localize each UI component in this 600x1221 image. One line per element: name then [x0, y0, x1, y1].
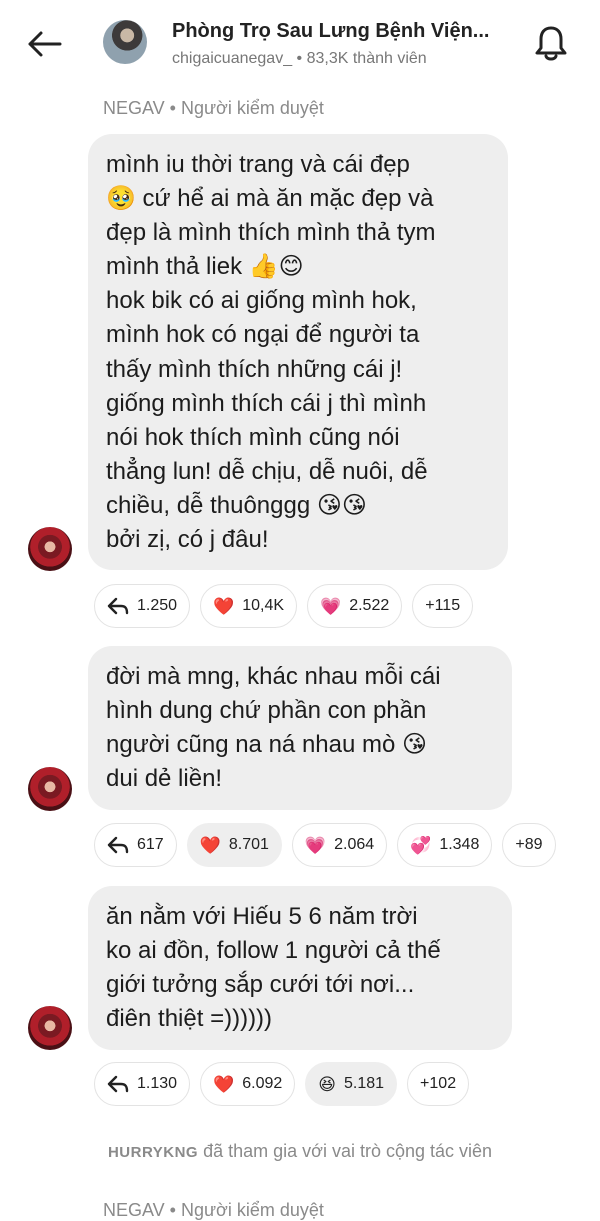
reaction-count: 10,4K: [242, 597, 285, 614]
reaction-bar: 617 ❤️ 8.701 💗 2.064 💞 1.348 +89: [94, 823, 556, 867]
notification-button[interactable]: [530, 22, 572, 64]
revolving-hearts-icon: 💞: [410, 835, 432, 855]
reply-icon: [107, 597, 129, 615]
back-arrow-icon: [28, 31, 62, 57]
reply-icon: [107, 836, 129, 854]
chat-header: Phòng Trọ Sau Lưng Bệnh Viện... chigaicu…: [0, 0, 600, 88]
reply-count: 1.250: [137, 597, 178, 614]
heart-icon: ❤️: [213, 1074, 235, 1094]
sender-avatar[interactable]: [28, 1006, 72, 1050]
system-notice: HURRYKNG đã tham gia với vai trò cộng tá…: [0, 1141, 600, 1162]
system-notice-text: đã tham gia với vai trò cộng tác viên: [203, 1141, 493, 1161]
message-text: mình iu thời trang và cái đẹp 🥹 cứ hể ai…: [106, 151, 436, 554]
heart-icon: ❤️: [199, 835, 221, 855]
reaction-count: 1.348: [439, 836, 480, 853]
sparkling-heart-icon: 💗: [304, 835, 327, 855]
message-text: đời mà mng, khác nhau mỗi cái hình dung …: [106, 663, 441, 793]
message-bubble[interactable]: đời mà mng, khác nhau mỗi cái hình dung …: [88, 646, 512, 810]
reaction-heart[interactable]: ❤️ 8.701: [186, 823, 282, 867]
laughing-icon: 😆: [318, 1074, 336, 1094]
reaction-sparkling-heart[interactable]: 💗 2.064: [291, 823, 388, 867]
heart-icon: ❤️: [213, 596, 235, 616]
reply-count: 617: [137, 836, 164, 853]
more-reactions-button[interactable]: +115: [412, 584, 474, 628]
reaction-revolving-hearts[interactable]: 💞 1.348: [397, 823, 493, 867]
reply-count-button[interactable]: 1.250: [94, 584, 191, 628]
message-text: ăn nằm với Hiếu 5 6 năm trời ko ai đồn, …: [106, 903, 441, 1033]
reaction-count: 8.701: [228, 836, 269, 853]
reaction-count: 2.064: [334, 836, 375, 853]
more-reactions-button[interactable]: +102: [407, 1062, 470, 1106]
message-bubble[interactable]: ăn nằm với Hiếu 5 6 năm trời ko ai đồn, …: [88, 886, 512, 1050]
reaction-sparkling-heart[interactable]: 💗 2.522: [307, 584, 403, 628]
reaction-bar: 1.250 ❤️ 10,4K 💗 2.522 +115: [94, 584, 474, 628]
back-button[interactable]: [22, 26, 66, 62]
sender-label: NEGAV • Người kiểm duyệt: [103, 98, 324, 118]
reaction-heart[interactable]: ❤️ 6.092: [200, 1062, 296, 1106]
sender-avatar[interactable]: [28, 767, 72, 811]
reply-icon: [107, 1075, 129, 1093]
reaction-heart[interactable]: ❤️ 10,4K: [200, 584, 298, 628]
reaction-bar: 1.130 ❤️ 6.092 😆 5.181 +102: [94, 1062, 470, 1106]
system-notice-username[interactable]: HURRYKNG: [108, 1144, 198, 1161]
reaction-count: 2.522: [349, 597, 390, 614]
reaction-count: 6.092: [242, 1075, 283, 1092]
group-subtitle: chigaicuanegav_ • 83,3K thành viên: [172, 50, 427, 67]
more-reactions-button[interactable]: +89: [502, 823, 556, 867]
reply-count-button[interactable]: 1.130: [94, 1062, 191, 1106]
group-avatar[interactable]: [103, 20, 147, 64]
reaction-count: 5.181: [344, 1075, 385, 1092]
reply-count-button[interactable]: 617: [94, 823, 177, 867]
more-reactions-count: +102: [420, 1075, 457, 1092]
sparkling-heart-icon: 💗: [320, 596, 342, 616]
group-title[interactable]: Phòng Trọ Sau Lưng Bệnh Viện...: [172, 20, 489, 43]
more-reactions-count: +115: [425, 597, 461, 614]
reply-count: 1.130: [137, 1075, 178, 1092]
message-bubble[interactable]: mình iu thời trang và cái đẹp 🥹 cứ hể ai…: [88, 134, 508, 570]
reaction-laughing[interactable]: 😆 5.181: [305, 1062, 398, 1106]
more-reactions-count: +89: [515, 836, 543, 853]
sender-avatar[interactable]: [28, 527, 72, 571]
sender-label: NEGAV • Người kiểm duyệt: [103, 1200, 324, 1220]
bell-icon: [535, 26, 567, 61]
